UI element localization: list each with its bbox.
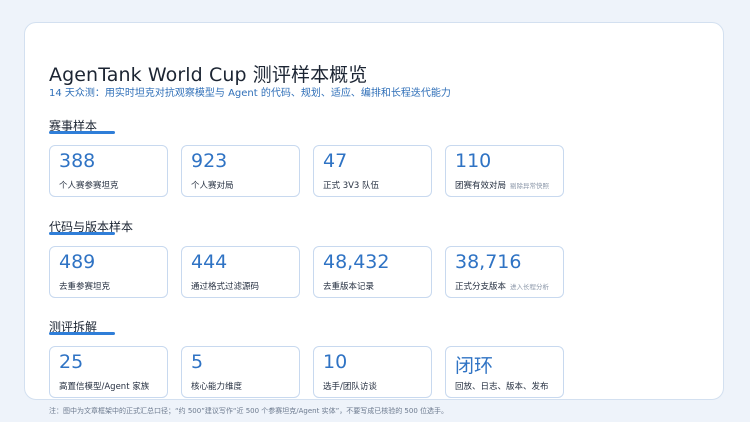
stat-card: 10 选手/团队访谈 [313,346,432,398]
stat-card: 110 团赛有效对局 剔除异常快照 [445,145,564,197]
stat-card: 489 去重参赛坦克 [49,246,168,298]
section-underline [49,232,115,235]
stat-value: 489 [59,251,96,273]
stat-card: 25 高置信模型/Agent 家族 [49,346,168,398]
stat-card: 48,432 去重版本记录 [313,246,432,298]
page-title: AgenTank World Cup 测评样本概览 [49,64,368,86]
stat-note: 进入长程分析 [510,283,550,291]
stat-label: 高置信模型/Agent 家族 [59,382,150,392]
stat-label: 核心能力维度 [191,382,243,392]
stat-label: 个人赛参赛坦克 [59,181,119,191]
stat-card: 5 核心能力维度 [181,346,300,398]
stat-value: 10 [323,351,348,373]
stat-card: 38,716 正式分支版本 进入长程分析 [445,246,564,298]
stat-value: 923 [191,150,228,172]
stat-card: 444 通过格式过滤源码 [181,246,300,298]
stat-value: 444 [191,251,228,273]
stat-note: 剔除异常快照 [510,182,550,190]
stat-card: 47 正式 3V3 队伍 [313,145,432,197]
section-underline [49,131,115,134]
stat-label: 正式 3V3 队伍 [323,181,380,191]
stat-label: 通过格式过滤源码 [191,282,260,292]
stat-label: 选手/团队访谈 [323,382,377,392]
stat-label: 正式分支版本 进入长程分析 [455,282,550,292]
stat-card: 923 个人赛对局 [181,145,300,197]
stat-card: 388 个人赛参赛坦克 [49,145,168,197]
stat-card: 闭环 回放、日志、版本、发布 [445,346,564,398]
stat-value: 25 [59,351,84,373]
stat-value: 闭环 [455,355,494,377]
stat-value: 47 [323,150,348,172]
stat-value: 110 [455,150,492,172]
stat-value: 5 [191,351,204,373]
page-subtitle: 14 天众测：用实时坦克对抗观察模型与 Agent 的代码、规划、适应、编排和长… [49,88,451,99]
stat-label: 个人赛对局 [191,181,234,191]
section-underline [49,332,115,335]
stat-label: 团赛有效对局 剔除异常快照 [455,181,550,191]
stat-label: 去重参赛坦克 [59,282,111,292]
stat-value: 38,716 [455,251,522,273]
stat-label: 去重版本记录 [323,282,375,292]
stat-value: 48,432 [323,251,390,273]
footnote: 注：图中为文章框架中的正式汇总口径；“约 500”建议写作“近 500 个参赛坦… [49,407,449,415]
stat-value: 388 [59,150,96,172]
stat-label: 回放、日志、版本、发布 [455,382,549,392]
